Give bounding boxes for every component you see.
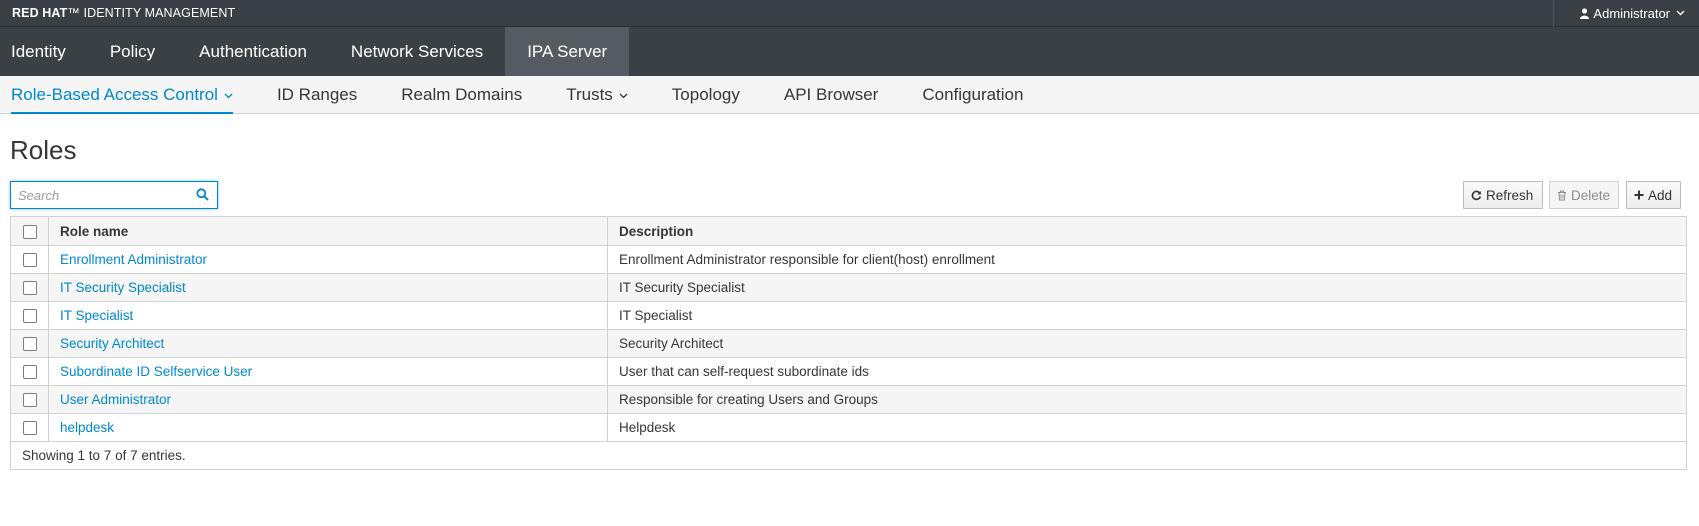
search-input[interactable] — [11, 183, 188, 207]
table-footer-row: Showing 1 to 7 of 7 entries. — [10, 441, 1687, 470]
role-description: Enrollment Administrator responsible for… — [607, 245, 1687, 274]
subnav-topology[interactable]: Topology — [672, 76, 740, 113]
row-checkbox[interactable] — [22, 253, 37, 268]
role-link[interactable]: helpdesk — [60, 420, 114, 435]
search-box — [10, 181, 218, 209]
subnav-configuration[interactable]: Configuration — [922, 76, 1023, 113]
add-label: Add — [1648, 187, 1673, 203]
nav-ipa-server[interactable]: IPA Server — [505, 27, 630, 76]
row-select-cell — [10, 329, 49, 358]
row-select-cell — [10, 245, 49, 274]
role-name-cell: IT Security Specialist — [48, 273, 608, 302]
search-icon[interactable] — [196, 188, 209, 201]
row-checkbox[interactable] — [22, 365, 37, 380]
table-row: Security Architect Security Architect — [10, 329, 1687, 358]
refresh-icon — [1471, 190, 1482, 200]
role-description: IT Specialist — [607, 301, 1687, 330]
delete-button[interactable]: Delete — [1549, 181, 1619, 209]
role-name-cell: Security Architect — [48, 329, 608, 358]
table-row: Subordinate ID Selfservice User User tha… — [10, 357, 1687, 386]
nav-authentication[interactable]: Authentication — [177, 27, 329, 76]
role-name-cell: IT Specialist — [48, 301, 608, 330]
role-description: Helpdesk — [607, 413, 1687, 442]
nav-policy[interactable]: Policy — [88, 27, 177, 76]
chevron-down-icon — [619, 93, 628, 99]
row-select-cell — [10, 301, 49, 330]
trash-icon — [1558, 190, 1566, 200]
entries-summary: Showing 1 to 7 of 7 entries. — [10, 441, 1687, 470]
refresh-button[interactable]: Refresh — [1463, 181, 1543, 209]
subnav-id-ranges[interactable]: ID Ranges — [277, 76, 357, 113]
user-menu[interactable]: Administrator — [1553, 0, 1699, 27]
role-link[interactable]: Subordinate ID Selfservice User — [60, 364, 252, 379]
role-description: User that can self-request subordinate i… — [607, 357, 1687, 386]
role-name-cell: Enrollment Administrator — [48, 245, 608, 274]
add-button[interactable]: Add — [1626, 181, 1681, 209]
table-header-row: Role name Description — [10, 216, 1687, 246]
role-name-cell: User Administrator — [48, 385, 608, 414]
secondary-nav: Role-Based Access Control ID Ranges Real… — [0, 76, 1699, 114]
table-row: Enrollment Administrator Enrollment Admi… — [10, 245, 1687, 274]
row-checkbox[interactable] — [22, 309, 37, 324]
primary-nav: Identity Policy Authentication Network S… — [0, 27, 1699, 76]
row-select-cell — [10, 413, 49, 442]
table-row: IT Security Specialist IT Security Speci… — [10, 273, 1687, 302]
role-name-cell: helpdesk — [48, 413, 608, 442]
brand-logo: RED HAT™ IDENTITY MANAGEMENT — [12, 6, 236, 20]
row-checkbox[interactable] — [22, 337, 37, 352]
column-header-description: Description — [607, 216, 1687, 246]
subnav-trusts[interactable]: Trusts — [566, 76, 628, 113]
role-description: Security Architect — [607, 329, 1687, 358]
chevron-down-icon — [224, 93, 233, 99]
user-name: Administrator — [1593, 5, 1670, 21]
table-row: User Administrator Responsible for creat… — [10, 385, 1687, 414]
role-link[interactable]: IT Specialist — [60, 308, 133, 323]
roles-table: Role name Description Enrollment Adminis… — [10, 216, 1687, 470]
table-row: helpdesk Helpdesk — [10, 413, 1687, 442]
row-checkbox[interactable] — [22, 281, 37, 296]
chevron-down-icon — [1676, 10, 1685, 16]
plus-icon — [1634, 190, 1644, 200]
select-all-cell — [10, 216, 49, 246]
column-header-role-name[interactable]: Role name — [48, 216, 608, 246]
role-link[interactable]: Security Architect — [60, 336, 164, 351]
user-icon — [1580, 7, 1590, 19]
row-select-cell — [10, 385, 49, 414]
role-link[interactable]: IT Security Specialist — [60, 280, 186, 295]
row-checkbox[interactable] — [22, 393, 37, 408]
subnav-rbac[interactable]: Role-Based Access Control — [11, 76, 233, 114]
role-description: IT Security Specialist — [607, 273, 1687, 302]
row-checkbox[interactable] — [22, 421, 37, 436]
row-select-cell — [10, 273, 49, 302]
refresh-label: Refresh — [1486, 187, 1534, 203]
nav-network-services[interactable]: Network Services — [329, 27, 505, 76]
delete-label: Delete — [1571, 187, 1611, 203]
role-name-cell: Subordinate ID Selfservice User — [48, 357, 608, 386]
masthead: RED HAT™ IDENTITY MANAGEMENT Administrat… — [0, 0, 1699, 27]
role-link[interactable]: User Administrator — [60, 392, 171, 407]
select-all-checkbox[interactable] — [22, 224, 37, 239]
page-title: Roles — [10, 135, 77, 165]
role-description: Responsible for creating Users and Group… — [607, 385, 1687, 414]
nav-identity[interactable]: Identity — [0, 27, 88, 76]
table-row: IT Specialist IT Specialist — [10, 301, 1687, 330]
row-select-cell — [10, 357, 49, 386]
subnav-realm-domains[interactable]: Realm Domains — [401, 76, 522, 113]
subnav-api-browser[interactable]: API Browser — [784, 76, 878, 113]
role-link[interactable]: Enrollment Administrator — [60, 252, 207, 267]
